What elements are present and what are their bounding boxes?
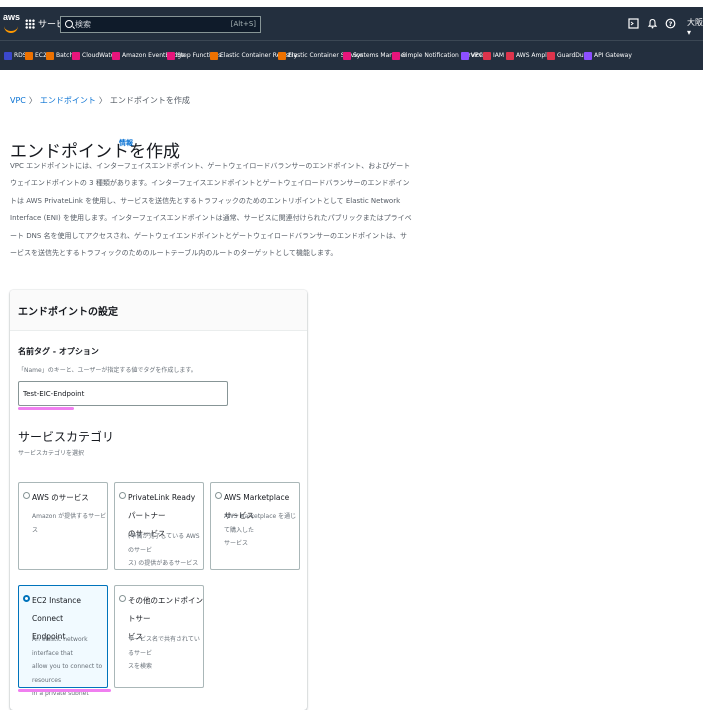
tile-title: AWS のサービス bbox=[32, 489, 89, 507]
description-line: ート DNS 名を使用してアクセスされ、ゲートウェイエンドポイントとゲートウェイ… bbox=[10, 231, 407, 240]
rds-icon bbox=[4, 51, 12, 60]
ecr-icon bbox=[210, 51, 218, 60]
tile-description-line: サービス名で共有されているサービ bbox=[128, 636, 200, 657]
favorite-batch[interactable]: Batch bbox=[46, 50, 73, 61]
service-option-aws-services[interactable]: AWS のサービス Amazon が提供するサービス bbox=[18, 482, 108, 570]
service-option-ec2-instance-connect-endpoint[interactable]: EC2 Instance Connect Endpoint An elastic… bbox=[18, 585, 108, 697]
panel-header: エンドポイントの設定 bbox=[10, 290, 307, 331]
favorite-iam[interactable]: IAM bbox=[483, 50, 504, 61]
search-icon bbox=[65, 20, 73, 28]
tile-description-line: ス) の提供があるサービス bbox=[128, 560, 199, 567]
info-link[interactable]: 情報 bbox=[119, 138, 133, 148]
iam-icon bbox=[483, 51, 491, 60]
favorite-ec2[interactable]: EC2 bbox=[25, 50, 47, 61]
favorites-bar: RDS EC2 Batch CloudWatch Amazon EventBri… bbox=[0, 40, 703, 70]
tile-description-line: Amazon が提供するサービス bbox=[32, 513, 107, 534]
tile-description-line: スを検索 bbox=[128, 663, 153, 670]
favorite-rds[interactable]: RDS bbox=[4, 50, 27, 61]
radio-button-selected[interactable] bbox=[23, 595, 30, 602]
help-icon[interactable]: ? bbox=[665, 18, 676, 29]
amplify-icon bbox=[506, 51, 514, 60]
search-box[interactable]: [Alt+S] bbox=[60, 16, 261, 33]
service-category-title: サービスカテゴリ bbox=[18, 430, 115, 444]
breadcrumb-separator: 〉 bbox=[98, 96, 107, 105]
api-gateway-icon bbox=[584, 51, 592, 60]
tile-description-line: An elastic network interface that bbox=[32, 636, 88, 657]
breadcrumb: VPC 〉エンドポイント〉エンドポイントを作成 bbox=[10, 95, 190, 106]
radio-button[interactable] bbox=[119, 595, 126, 602]
ec2-icon bbox=[25, 51, 33, 60]
name-tag-description: 「Name」のキーと、ユーザーが指定する値でタグを作成します。 bbox=[18, 367, 197, 374]
svg-text:?: ? bbox=[669, 20, 673, 28]
aws-smile-icon bbox=[4, 26, 18, 33]
bell-icon[interactable] bbox=[647, 18, 658, 29]
radio-button[interactable] bbox=[23, 492, 30, 499]
panel-title: エンドポイントの設定 bbox=[18, 307, 118, 318]
name-tag-input[interactable] bbox=[18, 381, 228, 406]
radio-button[interactable] bbox=[119, 492, 126, 499]
highlight-underline bbox=[18, 407, 74, 410]
service-option-privatelink-partner[interactable]: PrivateLink Ready パートナー のサービス (準備が完了している… bbox=[114, 482, 204, 570]
grid-icon[interactable] bbox=[25, 19, 35, 29]
description-line: ービスを送信先とするトラフィックのためのルートテーブル内のルートのターゲットとし… bbox=[10, 249, 338, 258]
description-line: ウェイエンドポイントの 3 種類があります。インターフェイスエンドポイントとゲー… bbox=[10, 179, 410, 188]
search-shortcut-hint: [Alt+S] bbox=[230, 20, 256, 28]
vpc-icon bbox=[461, 51, 469, 60]
tile-title-line: PrivateLink Ready パートナー bbox=[128, 493, 196, 520]
step-functions-icon bbox=[167, 51, 175, 60]
tile-title-line: その他のエンドポイントサー bbox=[128, 596, 203, 623]
sns-icon bbox=[392, 51, 400, 60]
favorite-label: VPC bbox=[471, 52, 483, 59]
favorite-cloudwatch[interactable]: CloudWatch bbox=[72, 50, 118, 61]
top-navigation-bar: aws サービス [Alt+S] ? 大阪 ▾ bbox=[0, 7, 703, 40]
region-selector[interactable]: 大阪 ▾ bbox=[687, 17, 703, 37]
cloudshell-icon[interactable] bbox=[628, 18, 639, 29]
cloudwatch-icon bbox=[72, 51, 80, 60]
service-option-other-endpoint-services[interactable]: その他のエンドポイントサー ビス サービス名で共有されているサービ スを検索 bbox=[114, 585, 204, 688]
breadcrumb-separator: 〉 bbox=[28, 96, 37, 105]
guardduty-icon bbox=[547, 51, 555, 60]
tile-title-line: EC2 Instance Connect bbox=[32, 596, 82, 623]
tile-description-line: allow you to connect to resources bbox=[32, 663, 103, 684]
systems-manager-icon bbox=[343, 51, 351, 60]
breadcrumb-endpoints-link[interactable]: エンドポイント bbox=[40, 96, 96, 105]
favorite-vpc[interactable]: VPC bbox=[461, 50, 483, 61]
description-line: VPC エンドポイントには、インターフェイスエンドポイント、ゲートウェイロードバ… bbox=[10, 162, 411, 170]
radio-button[interactable] bbox=[215, 492, 222, 499]
aws-logo[interactable]: aws bbox=[3, 12, 21, 34]
search-input[interactable] bbox=[75, 18, 225, 31]
favorite-label: Batch bbox=[56, 52, 74, 59]
tile-description: Amazon が提供するサービス bbox=[32, 510, 107, 537]
service-category-description: サービスカテゴリを選択 bbox=[18, 450, 85, 457]
tile-description: サービス名で共有されているサービ スを検索 bbox=[128, 633, 203, 674]
service-option-aws-marketplace[interactable]: AWS Marketplace サービス AWS Marketplace を通じ… bbox=[210, 482, 300, 570]
favorite-api-gateway[interactable]: API Gateway bbox=[584, 50, 632, 61]
breadcrumb-current: エンドポイントを作成 bbox=[109, 96, 190, 105]
description-line: Interface (ENI) を使用します。インターフェイスエンドポイントは通… bbox=[10, 214, 412, 223]
name-tag-label: 名前タグ - オプション bbox=[18, 347, 99, 356]
tile-description-line: (準備が完了している AWS のサービ bbox=[128, 533, 200, 554]
tile-description-line: AWS Marketplace を通じて購入した bbox=[224, 513, 297, 534]
tile-title-line: AWS のサービス bbox=[32, 493, 89, 502]
tile-description-line: サービス bbox=[224, 540, 249, 547]
breadcrumb-vpc-link[interactable]: VPC bbox=[10, 96, 26, 105]
favorite-label: IAM bbox=[493, 52, 505, 59]
description-line: トは AWS PrivateLink を使用し、サービスを送信先とするトラフィッ… bbox=[10, 196, 401, 205]
batch-icon bbox=[46, 51, 54, 60]
highlight-underline bbox=[18, 689, 111, 692]
ecs-icon bbox=[278, 51, 286, 60]
tile-description: (準備が完了している AWS のサービ ス) の提供があるサービス bbox=[128, 530, 203, 571]
eventbridge-icon bbox=[112, 51, 120, 60]
tile-description: AWS Marketplace を通じて購入した サービス bbox=[224, 510, 299, 551]
page-description: VPC エンドポイントには、インターフェイスエンドポイント、ゲートウェイロードバ… bbox=[10, 158, 412, 262]
favorite-label: API Gateway bbox=[594, 52, 632, 59]
aws-logo-text: aws bbox=[3, 12, 21, 22]
